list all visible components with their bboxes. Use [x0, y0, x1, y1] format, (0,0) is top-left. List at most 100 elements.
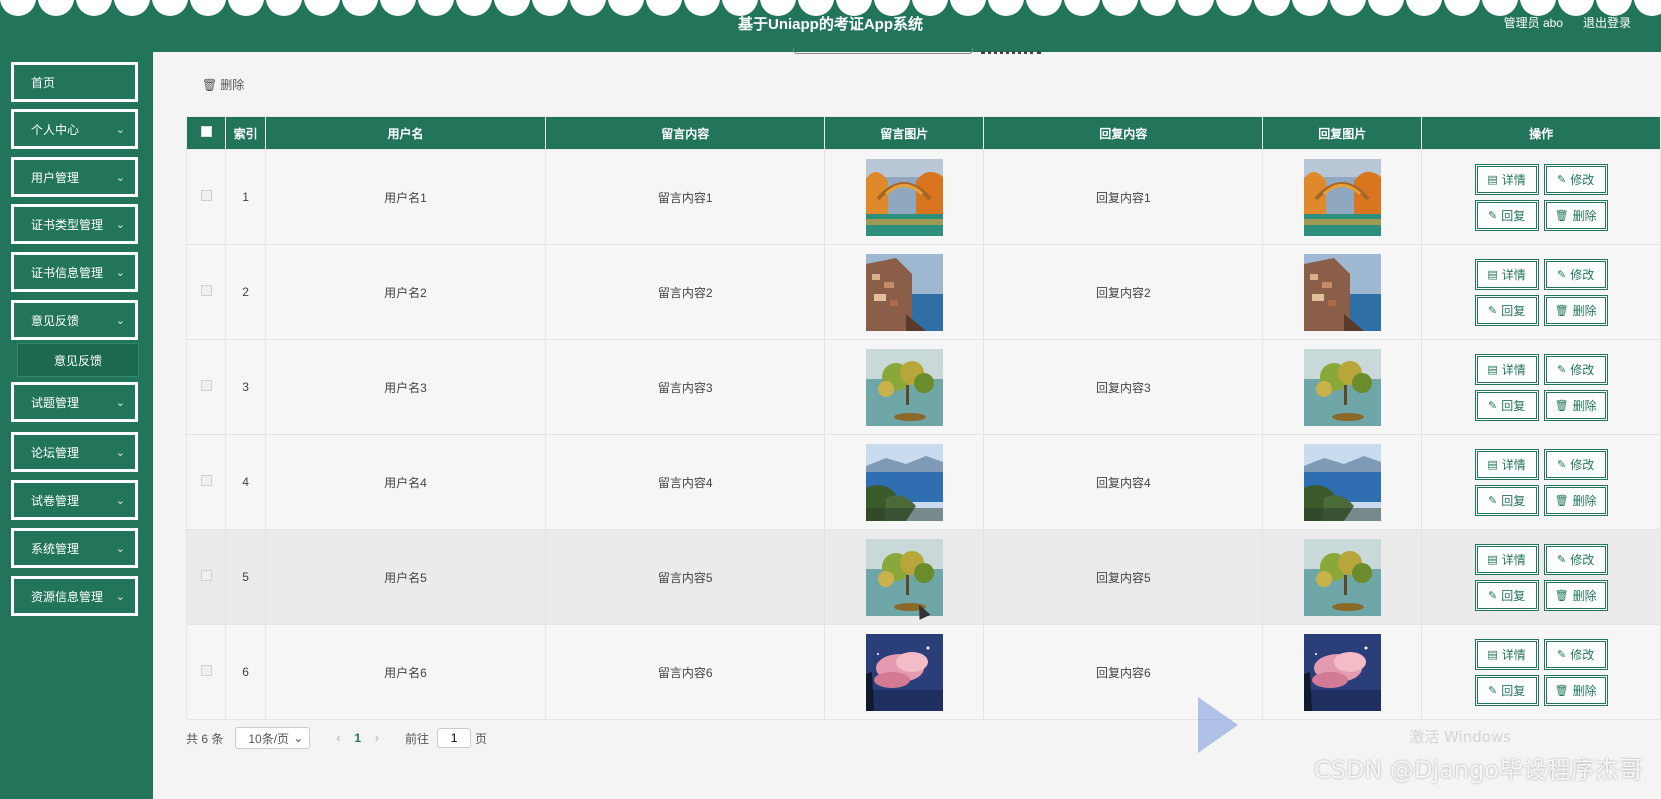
- document-icon: ▤: [1487, 268, 1498, 281]
- delete-button[interactable]: 🗑 删除: [1543, 294, 1608, 326]
- current-user-label[interactable]: 管理员 abo: [1504, 14, 1563, 31]
- edit-button[interactable]: ✎ 修改: [1543, 543, 1608, 575]
- trash-icon: 🗑: [1554, 494, 1569, 507]
- sidebar-item[interactable]: 试题管理 ⌄: [11, 382, 138, 422]
- reply-button-label: 回复: [1501, 398, 1526, 413]
- prev-page-button[interactable]: ‹: [336, 731, 340, 745]
- pencil-icon: ✎: [1487, 209, 1498, 222]
- sidebar-item[interactable]: 用户管理 ⌄: [11, 157, 138, 197]
- row-select-cell: [185, 244, 227, 340]
- detail-button-label: 详情: [1501, 267, 1526, 282]
- sidebar-item[interactable]: 资源信息管理 ⌄: [11, 576, 138, 616]
- next-page-button[interactable]: ›: [375, 731, 379, 745]
- detail-button[interactable]: ▤ 详情: [1474, 258, 1539, 290]
- detail-button[interactable]: ▤ 详情: [1474, 163, 1539, 195]
- thumbnail-image[interactable]: [1303, 158, 1381, 236]
- thumbnail-image[interactable]: [1303, 538, 1381, 616]
- sidebar-item[interactable]: 论坛管理 ⌄: [11, 432, 138, 472]
- thumbnail-image[interactable]: [865, 443, 943, 521]
- row-action-group: ▤ 详情 ✎ 修改 ✎ 回复 🗑 删除: [1422, 448, 1660, 516]
- cell-index: 4: [225, 434, 266, 530]
- chevron-down-icon: ⌄: [115, 218, 125, 231]
- bulk-delete-label: 删除: [220, 78, 245, 92]
- delete-button[interactable]: 🗑 删除: [1543, 674, 1608, 706]
- edit-button[interactable]: ✎ 修改: [1543, 638, 1608, 670]
- edit-button[interactable]: ✎ 修改: [1543, 258, 1608, 290]
- detail-button-label: 详情: [1501, 457, 1526, 472]
- sidebar-item[interactable]: 证书信息管理 ⌄: [11, 252, 138, 292]
- column-header-index: 索引: [225, 116, 266, 150]
- sidebar-subitem-feedback[interactable]: 意见反馈: [17, 343, 139, 377]
- detail-button[interactable]: ▤ 详情: [1474, 638, 1539, 670]
- page-number-current[interactable]: 1: [354, 731, 361, 745]
- chevron-down-icon: ⌄: [115, 542, 125, 555]
- delete-button[interactable]: 🗑 删除: [1543, 484, 1608, 516]
- logout-button[interactable]: 退出登录: [1583, 14, 1631, 31]
- column-header-reply: 回复内容: [983, 116, 1264, 150]
- csdn-watermark: CSDN @Django毕设程序杰哥: [1313, 756, 1643, 784]
- trash-icon: 🗑: [1554, 399, 1569, 412]
- edit-button[interactable]: ✎ 修改: [1543, 353, 1608, 385]
- table-row[interactable]: 3 用户名3 留言内容3 回复内容3 ▤ 详情 ✎ 修改 ✎ 回复 🗑 删除: [185, 339, 1661, 435]
- reply-button[interactable]: ✎ 回复: [1474, 294, 1539, 326]
- delete-button[interactable]: 🗑 删除: [1543, 579, 1608, 611]
- sidebar-item[interactable]: 首页: [11, 62, 138, 102]
- detail-button[interactable]: ▤ 详情: [1474, 543, 1539, 575]
- thumbnail-image[interactable]: [1303, 633, 1381, 711]
- cell-reply-image: [1262, 244, 1423, 340]
- row-checkbox[interactable]: [200, 665, 212, 676]
- thumbnail-image[interactable]: [865, 538, 943, 616]
- windows-activation-watermark: 激活 Windows: [1409, 728, 1511, 746]
- cell-reply-image: [1262, 529, 1423, 625]
- row-checkbox[interactable]: [200, 475, 212, 486]
- delete-button[interactable]: 🗑 删除: [1543, 199, 1608, 231]
- column-header-username: 用户名: [264, 116, 547, 150]
- cell-username: 用户名4: [264, 434, 547, 530]
- thumbnail-image[interactable]: [865, 633, 943, 711]
- sidebar-item-label: 证书类型管理: [31, 217, 104, 232]
- reply-button[interactable]: ✎ 回复: [1474, 389, 1539, 421]
- table-row[interactable]: 4 用户名4 留言内容4 回复内容4 ▤ 详情 ✎ 修改 ✎ 回复 🗑 删除: [185, 434, 1661, 530]
- thumbnail-image[interactable]: [865, 348, 943, 426]
- thumbnail-image[interactable]: [1303, 253, 1381, 331]
- bulk-delete-button[interactable]: 🗑 删除: [202, 76, 244, 93]
- sidebar-item[interactable]: 试卷管理 ⌄: [11, 480, 138, 520]
- row-checkbox[interactable]: [200, 570, 212, 581]
- thumbnail-image[interactable]: [1303, 348, 1381, 426]
- cell-reply: 回复内容2: [983, 244, 1264, 340]
- reply-button[interactable]: ✎ 回复: [1474, 579, 1539, 611]
- row-select-cell: [185, 434, 227, 530]
- sidebar-item[interactable]: 意见反馈 ⌄: [11, 300, 138, 340]
- table-row[interactable]: 6 用户名6 留言内容6 回复内容6 ▤ 详情 ✎ 修改 ✎ 回复 🗑 删除: [185, 624, 1661, 720]
- row-action-group: ▤ 详情 ✎ 修改 ✎ 回复 🗑 删除: [1422, 543, 1660, 611]
- sidebar-item[interactable]: 个人中心 ⌄: [11, 109, 138, 149]
- chevron-down-icon: ⌄: [115, 266, 125, 279]
- table-row[interactable]: 1 用户名1 留言内容1 回复内容1 ▤ 详情 ✎ 修改 ✎ 回复 🗑 删除: [185, 149, 1661, 245]
- row-action-group: ▤ 详情 ✎ 修改 ✎ 回复 🗑 删除: [1422, 163, 1660, 231]
- delete-button-label: 删除: [1572, 683, 1597, 698]
- edit-button[interactable]: ✎ 修改: [1543, 163, 1608, 195]
- goto-page-input[interactable]: [437, 728, 472, 748]
- page-size-select[interactable]: 10条/页 ⌄: [235, 727, 311, 749]
- pencil-icon: ✎: [1556, 458, 1567, 471]
- detail-button[interactable]: ▤ 详情: [1474, 448, 1539, 480]
- thumbnail-image[interactable]: [865, 158, 943, 236]
- reply-button[interactable]: ✎ 回复: [1474, 199, 1539, 231]
- thumbnail-image[interactable]: [1303, 443, 1381, 521]
- sidebar-item[interactable]: 系统管理 ⌄: [11, 528, 138, 568]
- delete-button[interactable]: 🗑 删除: [1543, 389, 1608, 421]
- edit-button[interactable]: ✎ 修改: [1543, 448, 1608, 480]
- thumbnail-image[interactable]: [865, 253, 943, 331]
- row-checkbox[interactable]: [200, 190, 212, 201]
- row-checkbox[interactable]: [200, 285, 212, 296]
- row-checkbox[interactable]: [200, 380, 212, 391]
- select-all-checkbox[interactable]: [200, 126, 212, 137]
- reply-button[interactable]: ✎ 回复: [1474, 484, 1539, 516]
- sidebar-item[interactable]: 证书类型管理 ⌄: [11, 204, 138, 244]
- detail-button[interactable]: ▤ 详情: [1474, 353, 1539, 385]
- table-row[interactable]: 2 用户名2 留言内容2 回复内容2 ▤ 详情 ✎ 修改 ✎ 回复 🗑 删除: [185, 244, 1661, 340]
- trash-icon: 🗑: [1554, 304, 1569, 317]
- row-action-group: ▤ 详情 ✎ 修改 ✎ 回复 🗑 删除: [1422, 353, 1660, 421]
- trash-icon: 🗑: [202, 77, 218, 92]
- reply-button[interactable]: ✎ 回复: [1474, 674, 1539, 706]
